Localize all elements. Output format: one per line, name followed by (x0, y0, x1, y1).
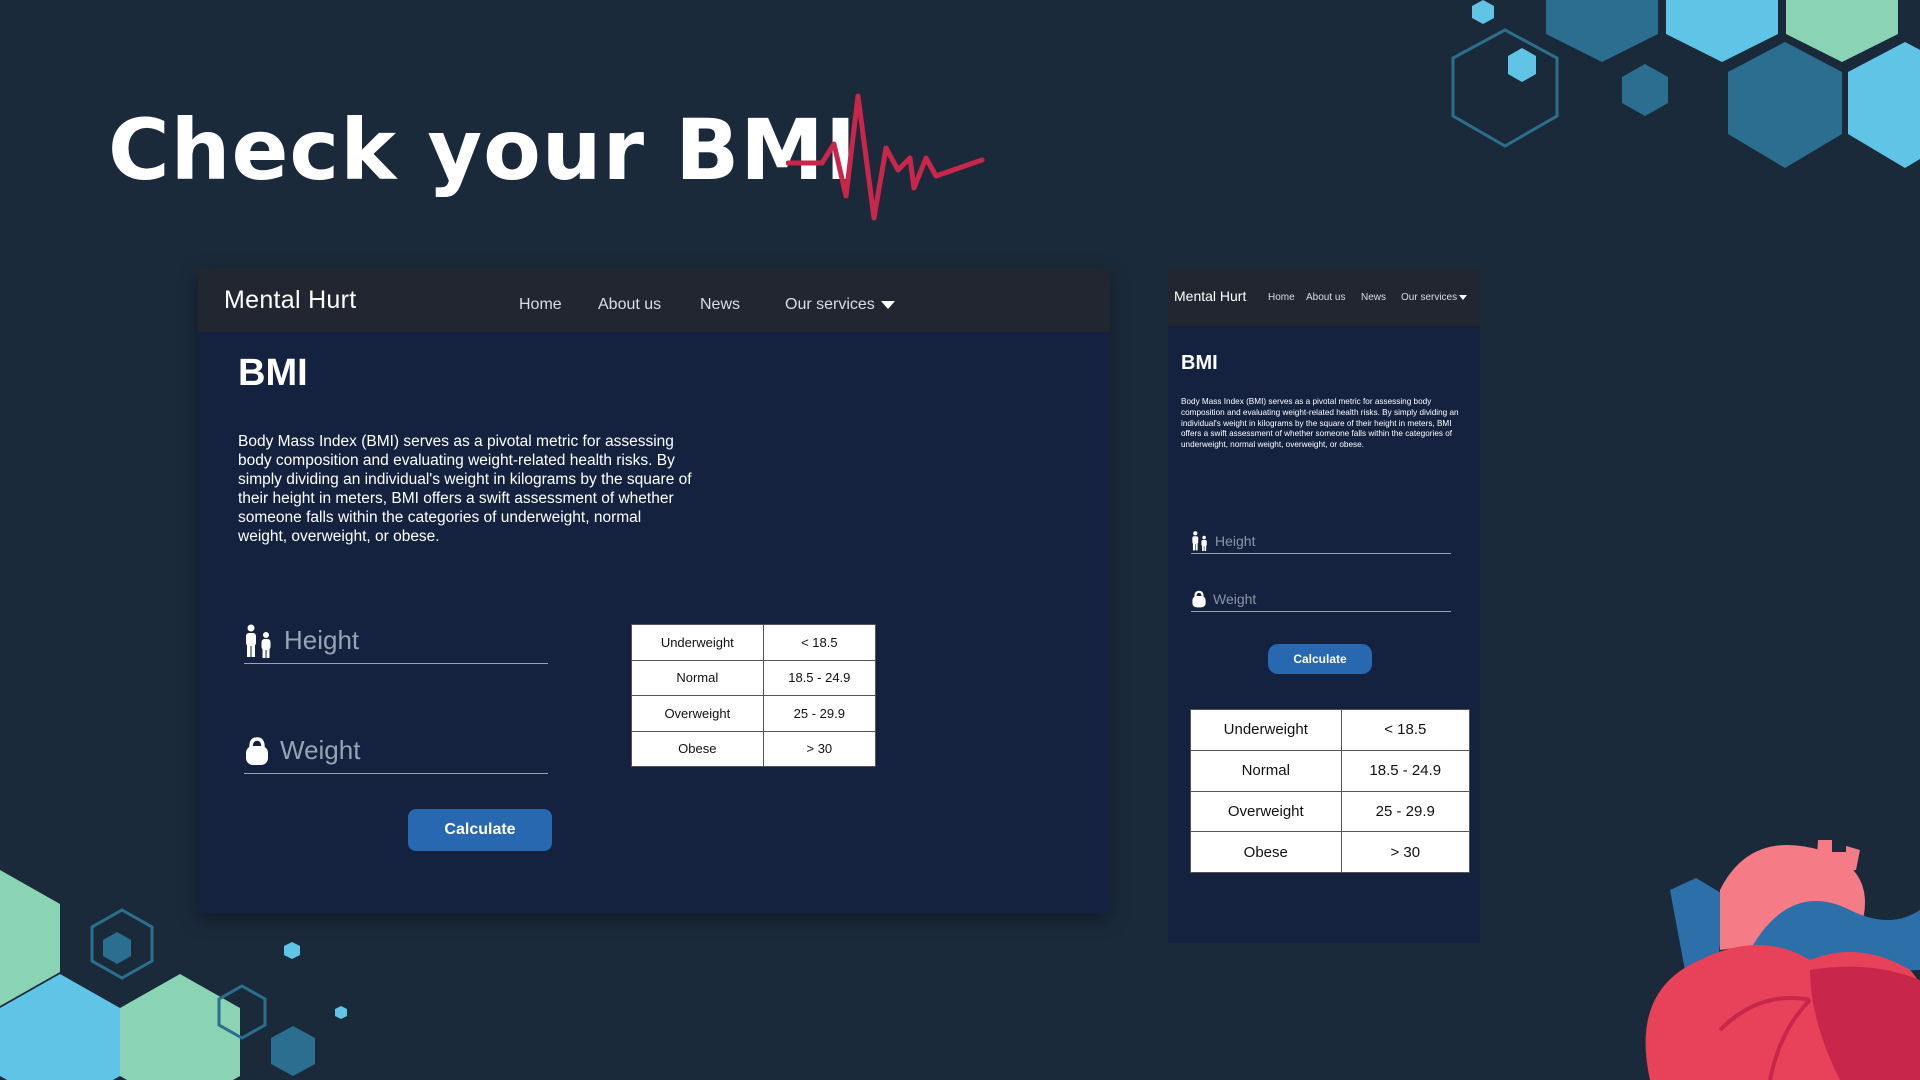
table-cell: > 30 (1340, 831, 1471, 874)
bmi-description: Body Mass Index (BMI) serves as a pivota… (238, 433, 692, 545)
table-cell: Overweight (1190, 790, 1342, 833)
table-cell: Overweight (631, 695, 764, 732)
mobile-nav-our-services[interactable]: Our services (1401, 292, 1468, 303)
calculate-button[interactable]: Calculate (408, 809, 552, 851)
mobile-nav-news[interactable]: News (1361, 292, 1386, 303)
weight-input[interactable] (280, 735, 520, 766)
table-cell: Normal (1190, 749, 1342, 792)
kettlebell-icon (246, 736, 268, 765)
heartbeat-icon (786, 93, 985, 221)
people-icon (246, 624, 271, 658)
table-cell: Underweight (631, 624, 764, 661)
kettlebell-icon (1192, 590, 1206, 607)
brand-logo[interactable]: Mental Hurt (224, 286, 357, 315)
nav-about-us[interactable]: About us (598, 296, 661, 314)
table-row: Obese > 30 (1190, 831, 1471, 874)
table-cell: < 18.5 (762, 624, 877, 661)
table-row: Underweight < 18.5 (1190, 709, 1471, 751)
table-cell: Normal (631, 659, 764, 696)
nav-home[interactable]: Home (519, 296, 562, 314)
height-field (244, 618, 548, 664)
mobile-brand-logo[interactable]: Mental Hurt (1174, 288, 1246, 304)
table-cell: 25 - 29.9 (1340, 790, 1471, 833)
nav-our-services[interactable]: Our services (785, 296, 895, 314)
weight-field (244, 728, 548, 774)
table-cell: > 30 (762, 730, 877, 767)
mobile-calculate-button[interactable]: Calculate (1268, 644, 1372, 674)
table-cell: Obese (1190, 831, 1342, 874)
mobile-nav-about-us[interactable]: About us (1306, 292, 1345, 303)
bmi-category-table: Underweight < 18.5 Normal 18.5 - 24.9 Ov… (631, 624, 877, 767)
slide-title: Check your BMI (108, 101, 858, 199)
mobile-nav-our-services-label: Our services (1401, 292, 1458, 303)
mobile-mockup: Mental Hurt Home About us News Our servi… (1168, 268, 1480, 943)
nav-news[interactable]: News (700, 296, 740, 314)
navbar: Mental Hurt Home About us News Our servi… (198, 268, 1110, 332)
mobile-height-field (1191, 528, 1451, 554)
mobile-height-input[interactable] (1215, 532, 1415, 549)
table-cell: 18.5 - 24.9 (1340, 749, 1471, 792)
people-icon (1192, 530, 1207, 551)
table-cell: Obese (631, 730, 764, 767)
chevron-down-icon (880, 300, 895, 309)
table-row: Overweight 25 - 29.9 (631, 695, 877, 732)
table-cell: < 18.5 (1340, 709, 1471, 751)
desktop-mockup: Mental Hurt Home About us News Our servi… (198, 268, 1110, 914)
table-row: Normal 18.5 - 24.9 (1190, 749, 1471, 792)
page-heading: BMI (238, 352, 308, 394)
mobile-weight-input[interactable] (1213, 590, 1413, 607)
mobile-page-heading: BMI (1181, 352, 1218, 374)
mobile-weight-field (1191, 586, 1451, 612)
table-row: Overweight 25 - 29.9 (1190, 790, 1471, 833)
height-input[interactable] (284, 625, 524, 656)
mobile-bmi-category-table: Underweight < 18.5 Normal 18.5 - 24.9 Ov… (1190, 709, 1471, 874)
chevron-down-icon (1459, 294, 1468, 300)
table-cell: 25 - 29.9 (762, 695, 877, 732)
table-row: Normal 18.5 - 24.9 (631, 659, 877, 696)
mobile-navbar: Mental Hurt Home About us News Our servi… (1168, 268, 1480, 326)
heart-illustration (1645, 840, 1920, 1080)
mobile-nav-home[interactable]: Home (1268, 292, 1295, 303)
table-cell: Underweight (1190, 709, 1342, 751)
mobile-bmi-description: Body Mass Index (BMI) serves as a pivota… (1181, 397, 1459, 450)
table-row: Obese > 30 (631, 730, 877, 767)
table-cell: 18.5 - 24.9 (762, 659, 877, 696)
table-row: Underweight < 18.5 (631, 624, 877, 661)
nav-our-services-label: Our services (785, 296, 875, 313)
hexagon-decoration-top-right (1451, 0, 1920, 168)
